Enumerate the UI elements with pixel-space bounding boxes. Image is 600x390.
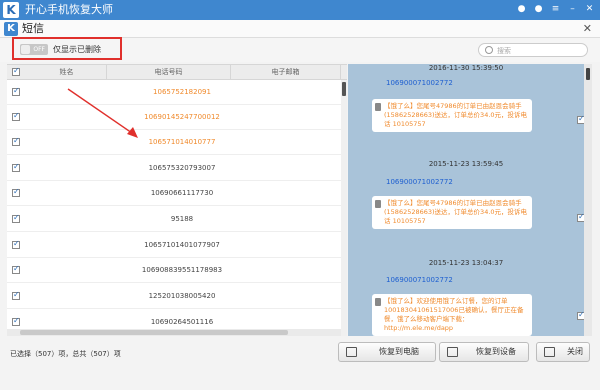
message-date: 2015-11-23 13:59:45 — [428, 160, 504, 168]
deleted-lock-icon — [375, 200, 381, 208]
row-checkbox[interactable] — [12, 111, 20, 121]
row-checkbox[interactable] — [12, 290, 20, 300]
phone-number: 10690661117730 — [150, 189, 214, 197]
message-bubble: 【饿了么】您尾号47986的订单已由赵恩会骑手(15862528663)送达，订… — [372, 99, 532, 132]
message-sender: 106900071002772 — [386, 276, 453, 284]
restore-to-pc-button[interactable]: 恢复到电脑 — [338, 342, 436, 362]
column-header-phone[interactable]: 电话号码 — [107, 65, 231, 80]
row-checkbox[interactable] — [12, 162, 20, 172]
contact-list: 1065752182091 10690145247700012 10657101… — [7, 80, 341, 336]
restore-to-device-button[interactable]: 恢复到设备 — [439, 342, 529, 362]
row-checkbox[interactable] — [12, 316, 20, 326]
phone-icon — [447, 347, 458, 357]
close-button[interactable]: 关闭 — [536, 342, 590, 362]
deleted-lock-icon — [375, 298, 381, 306]
phone-number: 10657101401077907 — [144, 241, 220, 249]
table-row[interactable]: 106571014010777 — [7, 130, 341, 155]
exit-icon — [544, 347, 555, 357]
row-checkbox[interactable] — [12, 86, 20, 96]
message-text: 【饿了么】欢迎使用饿了么订餐，您的订单100183041061517006已被确… — [384, 297, 524, 332]
app-logo: K — [3, 2, 19, 18]
table-row[interactable]: 10690661117730 — [7, 181, 341, 206]
message-bubble: 【饿了么】欢迎使用饿了么订餐，您的订单100183041061517006已被确… — [372, 294, 532, 336]
row-checkbox[interactable] — [12, 213, 20, 223]
close-panel-icon[interactable]: ✕ — [583, 22, 592, 36]
phone-number: 95188 — [170, 215, 194, 223]
list-horizontal-thumb[interactable] — [20, 330, 288, 335]
wechat-icon[interactable]: ● — [515, 3, 528, 16]
app-title: 开心手机恢复大师 — [25, 3, 113, 16]
message-bubble: 【饿了么】您尾号47986的订单已由赵恩会骑手(15862528663)送达，订… — [372, 196, 532, 229]
message-panel: 2016-11-30 15:39:50 1069000710027​72 【饿了… — [348, 64, 584, 336]
table-row[interactable]: 106575320793007 — [7, 156, 341, 181]
sms-logo: K — [4, 22, 18, 36]
title-bar: K 开心手机恢复大师 ● ● ≡ – ✕ — [0, 0, 600, 20]
deleted-only-toggle[interactable]: OFF — [20, 44, 48, 55]
search-box[interactable] — [478, 43, 588, 57]
sms-header: K 短信 ✕ — [0, 20, 600, 38]
message-date: 2015-11-23 13:04:37 — [428, 259, 504, 267]
message-sender: 106900071002772 — [386, 178, 453, 186]
table-row[interactable]: 106908839551178983 — [7, 258, 341, 283]
phone-number: 106575320793007 — [148, 164, 216, 172]
page-title: 短信 — [22, 22, 44, 35]
computer-icon — [346, 347, 357, 357]
table-row[interactable]: 10657101401077907 — [7, 233, 341, 258]
toggle-knob — [21, 45, 30, 54]
title-bar-controls: ● ● ≡ – ✕ — [515, 3, 596, 16]
table-row[interactable]: 95188 — [7, 207, 341, 232]
column-header-email[interactable]: 电子邮箱 — [231, 65, 341, 80]
search-icon — [485, 46, 493, 54]
message-text: 【饿了么】您尾号47986的订单已由赵恩会骑手(15862528663)送达，订… — [384, 102, 528, 128]
search-input[interactable] — [497, 45, 583, 56]
deleted-only-label: 仅显示已删除 — [53, 45, 101, 54]
phone-number: 125201038005420 — [148, 292, 216, 300]
table-row[interactable]: 10690145247700012 — [7, 105, 341, 130]
list-scroll-thumb[interactable] — [342, 82, 346, 96]
message-scrollbar[interactable] — [584, 64, 592, 336]
message-text: 【饿了么】您尾号47986的订单已由赵恩会骑手(15862528663)送达，订… — [384, 199, 528, 225]
close-label: 关闭 — [567, 347, 583, 356]
list-header: 姓名 电话号码 电子邮箱 — [7, 64, 347, 80]
select-all-checkbox[interactable] — [12, 66, 20, 76]
annotation-arrow — [67, 88, 138, 138]
row-checkbox[interactable] — [12, 264, 20, 274]
app-window: K 开心手机恢复大师 ● ● ≡ – ✕ K 短信 ✕ OFF 仅显示已删除 姓… — [0, 0, 600, 390]
message-sender: 1069000710027​72 — [386, 79, 453, 87]
list-vertical-scrollbar[interactable] — [341, 80, 347, 336]
feedback-icon[interactable]: ● — [532, 3, 545, 16]
phone-number: 106908839551178983 — [141, 266, 223, 274]
selection-status: 已选择（507）项，总共（507）项 — [10, 350, 121, 358]
toggle-state: OFF — [33, 46, 45, 53]
minimize-icon[interactable]: – — [566, 3, 579, 16]
column-header-name[interactable]: 姓名 — [27, 65, 107, 80]
message-scroll-thumb[interactable] — [586, 68, 590, 80]
row-checkbox[interactable] — [12, 187, 20, 197]
close-icon[interactable]: ✕ — [583, 3, 596, 16]
table-row[interactable]: 125201038005420 — [7, 284, 341, 309]
row-checkbox[interactable] — [12, 136, 20, 146]
deleted-lock-icon — [375, 103, 381, 111]
menu-icon[interactable]: ≡ — [549, 3, 562, 16]
row-checkbox[interactable] — [12, 239, 20, 249]
message-date: 2016-11-30 15:39:50 — [428, 64, 504, 72]
restore-to-device-label: 恢复到设备 — [476, 347, 516, 356]
table-row[interactable]: 1065752182091 — [7, 80, 341, 105]
restore-to-pc-label: 恢复到电脑 — [379, 347, 419, 356]
